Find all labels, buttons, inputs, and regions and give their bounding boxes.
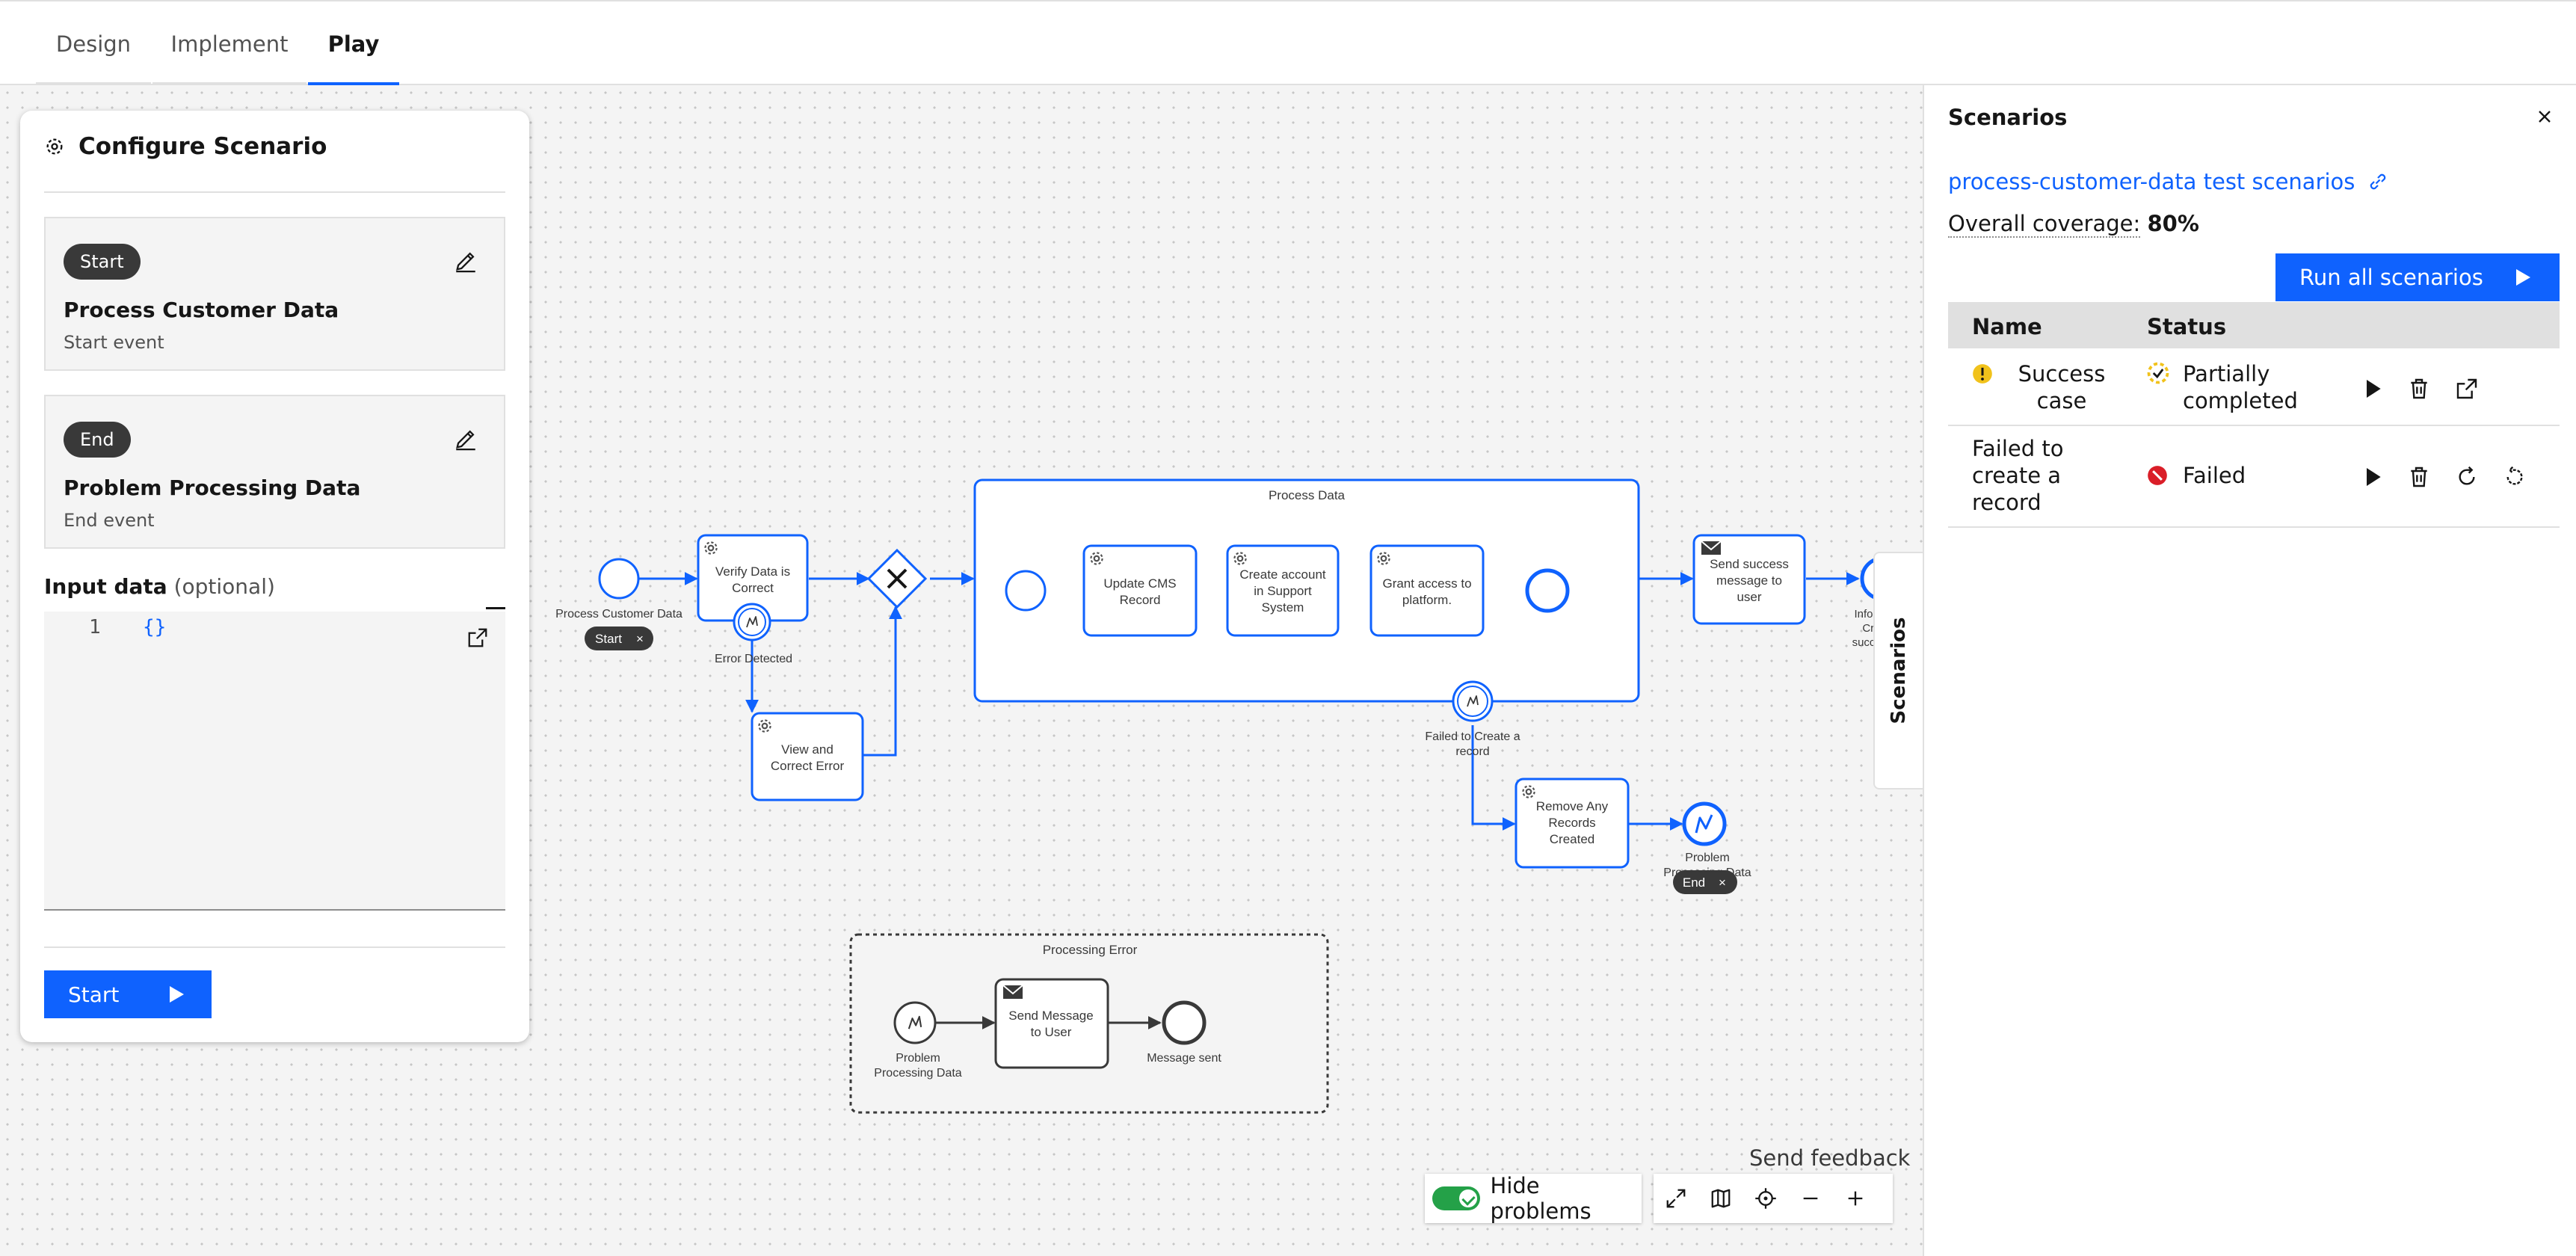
editor-code: {} xyxy=(143,616,167,638)
crosshair-icon[interactable] xyxy=(1743,1174,1788,1223)
zoom-in-icon[interactable] xyxy=(1833,1174,1878,1223)
warning-icon xyxy=(1973,364,1992,384)
end-badge[interactable]: End × xyxy=(1673,870,1737,894)
top-tab-bar: Design Implement Play xyxy=(0,0,2576,85)
start-button[interactable]: Start xyxy=(44,970,212,1018)
end-event-type: End event xyxy=(64,510,155,531)
side-tab-label: Scenarios xyxy=(1888,617,1910,724)
scenario-name: Failed to create a record xyxy=(1972,436,2064,515)
grant-access-task[interactable]: Grant access to platform. xyxy=(1369,544,1485,637)
svg-text:Start: Start xyxy=(595,632,622,646)
start-event[interactable] xyxy=(598,558,640,600)
input-data-label: Input data (optional) xyxy=(44,574,275,599)
partial-status-icon xyxy=(2147,362,2169,384)
start-event-type: Start event xyxy=(64,332,164,353)
error-detected-label: Error Detected xyxy=(715,653,792,665)
svg-text:×: × xyxy=(1719,875,1726,890)
expand-icon[interactable] xyxy=(1654,1174,1698,1223)
scenario-name: Success case xyxy=(2018,361,2106,413)
rerun-icon[interactable] xyxy=(2455,465,2479,489)
run-all-label: Run all scenarios xyxy=(2299,265,2483,290)
scenarios-title: Scenarios xyxy=(1948,105,2068,130)
scenarios-panel: Scenarios process-customer-data test sce… xyxy=(1923,85,2576,1256)
hide-problems-toggle[interactable]: Hide problems xyxy=(1425,1173,1642,1224)
start-button-label: Start xyxy=(68,982,120,1007)
tab-implement[interactable]: Implement xyxy=(152,3,306,85)
start-badge[interactable]: Start × xyxy=(585,627,653,650)
tab-design[interactable]: Design xyxy=(36,3,151,85)
failed-icon xyxy=(2148,466,2167,485)
reset-icon[interactable] xyxy=(2503,465,2527,489)
play-icon[interactable] xyxy=(2361,465,2385,489)
hide-problems-label: Hide problems xyxy=(1490,1173,1591,1224)
play-icon xyxy=(170,986,184,1003)
trash-icon[interactable] xyxy=(2407,377,2431,401)
failed-create-boundary-event[interactable] xyxy=(1452,680,1494,722)
error-boundary-event[interactable] xyxy=(733,603,771,641)
view-correct-error-task[interactable]: View and Correct Error xyxy=(751,712,864,801)
zoom-out-icon[interactable] xyxy=(1788,1174,1833,1223)
open-icon[interactable] xyxy=(2455,377,2479,401)
config-title: Configure Scenario xyxy=(78,133,327,160)
table-row[interactable]: Failed to create a record Failed xyxy=(1948,426,2560,528)
table-header: Name Status xyxy=(1948,302,2560,348)
line-number: 1 xyxy=(89,616,101,638)
message-sent-label: Message sent xyxy=(1147,1052,1221,1065)
trash-icon[interactable] xyxy=(2407,465,2431,489)
send-message-task[interactable]: Send Message to User xyxy=(994,978,1109,1069)
scenarios-table: Name Status Success case Partially compl… xyxy=(1948,302,2560,528)
scenarios-link[interactable]: process-customer-data test scenarios xyxy=(1948,169,2389,194)
create-account-task[interactable]: Create account in Support System xyxy=(1226,544,1340,637)
tab-implement-label: Implement xyxy=(170,31,289,57)
subprocess-start-event[interactable] xyxy=(1005,570,1047,612)
configure-scenario-panel: Configure Scenario Start Process Custome… xyxy=(20,111,529,1042)
popout-icon[interactable] xyxy=(466,627,489,649)
col-status-header: Status xyxy=(2147,314,2227,339)
input-data-editor[interactable]: 1 {} xyxy=(44,607,505,911)
subprocess-end-event[interactable] xyxy=(1525,568,1570,613)
gear-icon xyxy=(46,138,63,155)
start-pill: Start xyxy=(64,244,141,280)
table-row[interactable]: Success case Partially completed xyxy=(1948,348,2560,426)
play-icon[interactable] xyxy=(2361,377,2385,401)
start-event-name: Process Customer Data xyxy=(64,298,339,322)
remove-records-task[interactable]: Remove Any Records Created xyxy=(1515,778,1630,869)
message-sent-end-event[interactable] xyxy=(1162,1000,1207,1045)
end-pill: End xyxy=(64,422,131,458)
scenario-status: Failed xyxy=(2183,463,2246,488)
close-icon[interactable] xyxy=(2534,106,2555,127)
toggle-switch[interactable] xyxy=(1432,1186,1480,1210)
edit-icon[interactable] xyxy=(453,426,478,452)
link-icon xyxy=(2370,173,2386,190)
exclusive-gateway[interactable] xyxy=(866,548,928,609)
problem-start-event[interactable] xyxy=(893,1001,937,1044)
svg-text:Process Data: Process Data xyxy=(1269,488,1346,502)
zoom-toolbar xyxy=(1654,1174,1893,1223)
overall-coverage: Overall coverage: 80% xyxy=(1948,211,2199,238)
run-all-scenarios-button[interactable]: Run all scenarios xyxy=(2275,253,2560,301)
end-event-card: End Problem Processing Data End event xyxy=(44,395,505,549)
svg-text:Processing Error: Processing Error xyxy=(1043,943,1138,957)
send-feedback-link[interactable]: Send feedback xyxy=(1749,1145,1910,1171)
col-name-header: Name xyxy=(1972,314,2042,339)
play-icon xyxy=(2516,269,2530,286)
scenarios-link-text: process-customer-data test scenarios xyxy=(1948,169,2355,194)
tab-design-label: Design xyxy=(55,31,132,57)
scenario-status: Partially completed xyxy=(2183,361,2298,413)
map-icon[interactable] xyxy=(1698,1174,1743,1223)
start-event-card: Start Process Customer Data Start event xyxy=(44,217,505,371)
tab-play[interactable]: Play xyxy=(308,3,399,85)
svg-text:×: × xyxy=(636,632,644,646)
send-success-task[interactable]: Send success message to user xyxy=(1692,534,1806,625)
update-cms-task[interactable]: Update CMS Record xyxy=(1082,544,1198,637)
end-event-name: Problem Processing Data xyxy=(64,475,361,500)
svg-text:End: End xyxy=(1683,875,1705,890)
scenarios-side-tab[interactable]: Scenarios xyxy=(1873,552,1923,789)
start-event-label: Process Customer Data xyxy=(555,608,682,621)
tab-play-label: Play xyxy=(327,31,380,57)
edit-icon[interactable] xyxy=(453,248,478,274)
problem-end-event[interactable] xyxy=(1682,801,1727,846)
